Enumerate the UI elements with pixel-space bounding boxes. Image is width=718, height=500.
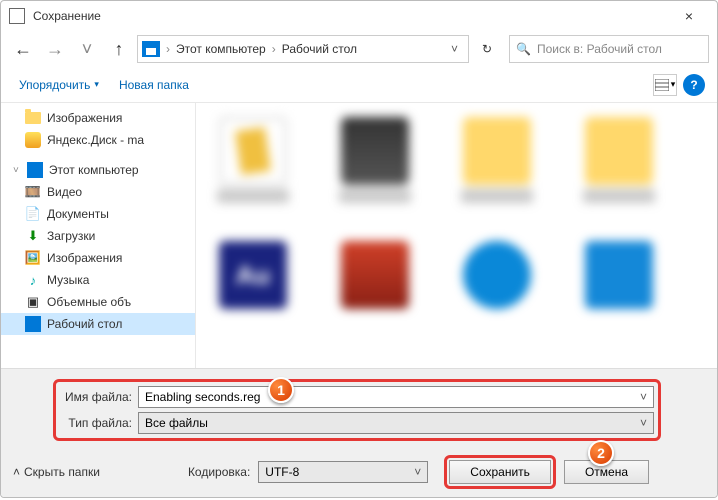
music-icon: ♪	[25, 272, 41, 288]
view-icon	[655, 79, 669, 91]
address-bar: ← → ˅ ↑ › Этот компьютер › Рабочий стол …	[1, 31, 717, 67]
chevron-down-icon[interactable]: ˅	[640, 416, 647, 430]
file-item[interactable]	[338, 241, 412, 331]
search-input[interactable]: 🔍 Поиск в: Рабочий стол	[509, 35, 709, 63]
filename-highlight: Имя файла: Enabling seconds.reg ˅ Тип фа…	[53, 379, 661, 441]
download-icon: ⬇	[25, 228, 41, 244]
bottom-panel: Имя файла: Enabling seconds.reg ˅ Тип фа…	[1, 368, 717, 497]
chevron-down-icon[interactable]: ˅	[414, 465, 421, 479]
file-item[interactable]	[460, 241, 534, 331]
sidebar-item-images2[interactable]: 🖼️Изображения	[1, 247, 195, 269]
help-button[interactable]: ?	[683, 74, 705, 96]
path-box[interactable]: › Этот компьютер › Рабочий стол ˅	[137, 35, 469, 63]
sidebar-item-documents[interactable]: 📄Документы	[1, 203, 195, 225]
encoding-label: Кодировка:	[108, 465, 250, 479]
path-dropdown[interactable]: ˅	[445, 42, 464, 56]
filetype-select[interactable]: Все файлы ˅	[138, 412, 654, 434]
save-button[interactable]: Сохранить	[449, 460, 551, 484]
chevron-down-icon: ˅	[13, 165, 19, 176]
sidebar-item-volumes[interactable]: ▣Объемные объ	[1, 291, 195, 313]
sidebar-item-music[interactable]: ♪Музыка	[1, 269, 195, 291]
path-root[interactable]: Этот компьютер	[172, 42, 270, 56]
back-button[interactable]: ←	[9, 35, 37, 63]
monitor-icon	[27, 162, 43, 178]
path-sep: ›	[270, 42, 278, 56]
filename-label: Имя файла:	[60, 390, 138, 404]
encoding-select[interactable]: UTF-8 ˅	[258, 461, 428, 483]
main-area: Изображения Яндекс.Диск - ma ˅Этот компь…	[1, 103, 717, 368]
save-highlight: Сохранить	[444, 455, 556, 489]
sidebar-item-video[interactable]: 🎞️Видео	[1, 181, 195, 203]
search-placeholder: Поиск в: Рабочий стол	[537, 42, 662, 56]
file-item[interactable]	[582, 117, 656, 207]
file-item[interactable]	[338, 117, 412, 207]
close-button[interactable]: ×	[669, 2, 709, 30]
save-dialog: Сохранение × ← → ˅ ↑ › Этот компьютер › …	[0, 0, 718, 498]
sidebar-item-downloads[interactable]: ⬇Загрузки	[1, 225, 195, 247]
organize-button[interactable]: Упорядочить ▾	[13, 74, 105, 96]
titlebar: Сохранение ×	[1, 1, 717, 31]
search-icon: 🔍	[516, 42, 531, 56]
chevron-down-icon[interactable]: ˅	[640, 390, 647, 404]
path-current[interactable]: Рабочий стол	[278, 42, 361, 56]
file-item[interactable]	[216, 117, 290, 207]
sidebar-item-pc[interactable]: ˅Этот компьютер	[1, 159, 195, 181]
pc-icon	[142, 41, 160, 57]
sidebar-item-yadisk[interactable]: Яндекс.Диск - ma	[1, 129, 195, 151]
file-grid[interactable]: Au	[196, 103, 717, 368]
new-folder-button[interactable]: Новая папка	[113, 74, 195, 96]
recent-dropdown[interactable]: ˅	[73, 35, 101, 63]
annotation-badge-2: 2	[588, 440, 614, 466]
file-item[interactable]: Au	[216, 241, 290, 331]
view-button[interactable]: ▾	[653, 74, 677, 96]
sidebar: Изображения Яндекс.Диск - ma ˅Этот компь…	[1, 103, 196, 368]
file-item[interactable]	[582, 241, 656, 331]
video-icon: 🎞️	[25, 184, 41, 200]
window-title: Сохранение	[33, 9, 669, 23]
up-button[interactable]: ↑	[105, 35, 133, 63]
yadisk-icon	[25, 132, 41, 148]
desktop-icon	[25, 316, 41, 332]
app-icon	[9, 8, 25, 24]
hide-folders-button[interactable]: ˄ Скрыть папки	[13, 465, 100, 479]
refresh-button[interactable]: ↻	[473, 35, 501, 63]
file-item[interactable]	[460, 117, 534, 207]
forward-button[interactable]: →	[41, 35, 69, 63]
folder-icon	[25, 112, 41, 124]
filename-input[interactable]: Enabling seconds.reg ˅	[138, 386, 654, 408]
cube-icon: ▣	[25, 294, 41, 310]
document-icon: 📄	[25, 206, 41, 222]
path-sep: ›	[164, 42, 172, 56]
filetype-label: Тип файла:	[60, 416, 138, 430]
annotation-badge-1: 1	[268, 377, 294, 403]
chevron-up-icon: ˄	[13, 465, 20, 479]
sidebar-item-desktop[interactable]: Рабочий стол	[1, 313, 195, 335]
picture-icon: 🖼️	[25, 250, 41, 266]
toolbar: Упорядочить ▾ Новая папка ▾ ?	[1, 67, 717, 103]
sidebar-item-images[interactable]: Изображения	[1, 107, 195, 129]
